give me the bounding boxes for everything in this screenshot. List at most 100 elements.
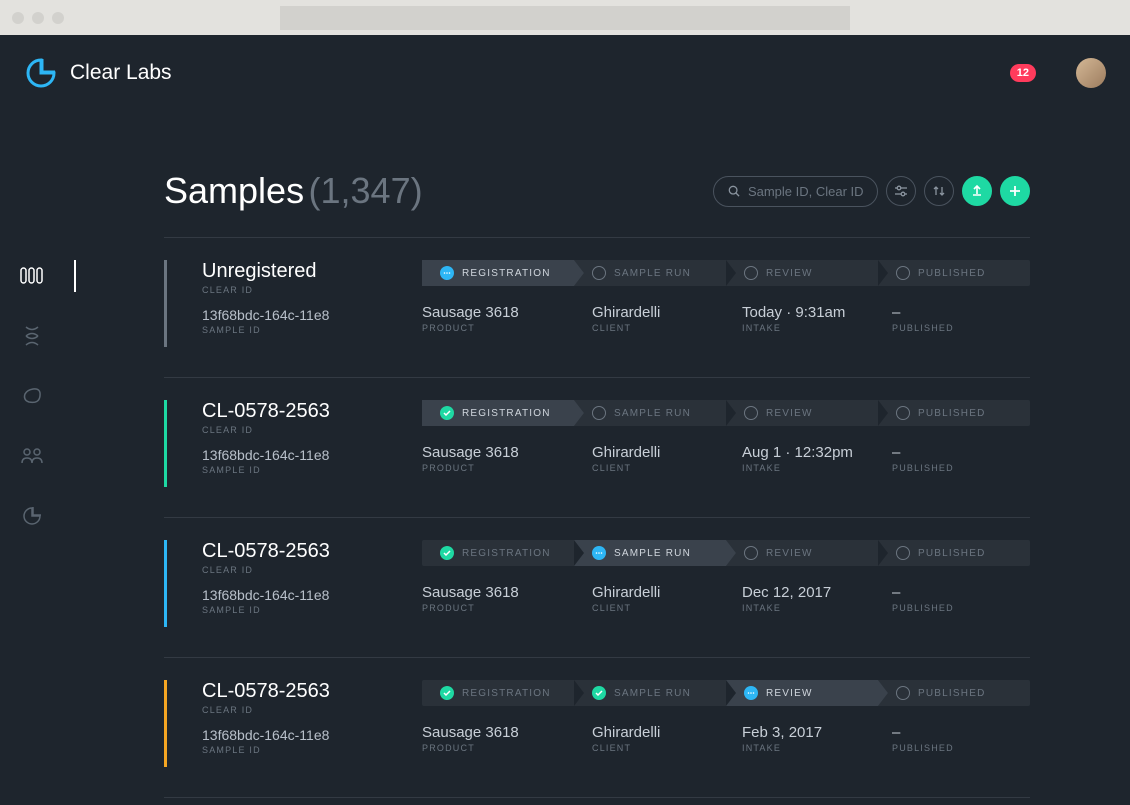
sidebar-item-reports[interactable] xyxy=(12,500,52,532)
sample-id-label: SAMPLE ID xyxy=(202,465,402,475)
client-value: Ghirardelli xyxy=(592,724,742,741)
empty-stage-icon xyxy=(896,406,910,420)
product-label: PRODUCT xyxy=(422,463,592,473)
check-icon xyxy=(592,686,606,700)
empty-stage-icon xyxy=(592,266,606,280)
stage-registration[interactable]: REGISTRATION xyxy=(422,260,574,286)
stage-review[interactable]: REVIEW xyxy=(726,400,878,426)
client-label: CLIENT xyxy=(592,323,742,333)
stage-review[interactable]: REVIEW xyxy=(726,260,878,286)
search-input[interactable] xyxy=(748,184,863,199)
published-value: – xyxy=(892,584,992,601)
intake-value: Aug 1 · 12:32pm xyxy=(742,444,892,461)
published-value: – xyxy=(892,444,992,461)
stage-bar: REGISTRATION SAMPLE RUN REVIEW PUBLISHED xyxy=(422,540,1030,566)
client-label: CLIENT xyxy=(592,463,742,473)
traffic-lights xyxy=(12,12,64,24)
accent-bar xyxy=(164,400,167,487)
sample-id-label: SAMPLE ID xyxy=(202,745,402,755)
stage-review[interactable]: REVIEW xyxy=(726,680,878,706)
stage-sample_run[interactable]: SAMPLE RUN xyxy=(574,540,726,566)
stage-sample_run[interactable]: SAMPLE RUN xyxy=(574,400,726,426)
add-button[interactable] xyxy=(1000,176,1030,206)
url-bar[interactable] xyxy=(280,6,850,30)
logo[interactable]: Clear Labs xyxy=(24,56,172,90)
intake-value: Dec 12, 2017 xyxy=(742,584,892,601)
published-label: PUBLISHED xyxy=(892,603,992,613)
stage-review[interactable]: REVIEW xyxy=(726,540,878,566)
clear-id-label: CLEAR ID xyxy=(202,705,402,715)
stage-label: SAMPLE RUN xyxy=(614,548,691,559)
logo-text: Clear Labs xyxy=(70,61,172,85)
sidebar-item-people[interactable] xyxy=(12,440,52,472)
dna-icon xyxy=(22,325,42,347)
client-value: Ghirardelli xyxy=(592,444,742,461)
stage-published[interactable]: PUBLISHED xyxy=(878,400,1030,426)
product-value: Sausage 3618 xyxy=(422,724,592,741)
people-icon xyxy=(20,447,44,465)
progress-icon xyxy=(440,266,454,280)
stage-published[interactable]: PUBLISHED xyxy=(878,260,1030,286)
client-value: Ghirardelli xyxy=(592,304,742,321)
stage-registration[interactable]: REGISTRATION xyxy=(422,680,574,706)
accent-bar xyxy=(164,260,167,347)
stage-sample_run[interactable]: SAMPLE RUN xyxy=(574,680,726,706)
stage-label: REVIEW xyxy=(766,688,813,699)
sample-clear-id: Unregistered xyxy=(202,260,402,283)
stage-published[interactable]: PUBLISHED xyxy=(878,540,1030,566)
sample-row[interactable]: CL-0578-2563 CLEAR ID 13f68bdc-164c-11e8… xyxy=(164,518,1030,658)
clear-id-label: CLEAR ID xyxy=(202,565,402,575)
pie-icon xyxy=(21,505,43,527)
client-label: CLIENT xyxy=(592,603,742,613)
check-icon xyxy=(440,546,454,560)
stage-label: SAMPLE RUN xyxy=(614,408,691,419)
export-icon xyxy=(970,184,984,198)
progress-icon xyxy=(592,546,606,560)
check-icon xyxy=(440,406,454,420)
page-count: (1,347) xyxy=(309,170,423,211)
page-title: Samples xyxy=(164,170,304,211)
stage-bar: REGISTRATION SAMPLE RUN REVIEW PUBLISHED xyxy=(422,680,1030,706)
empty-stage-icon xyxy=(896,546,910,560)
sample-row[interactable]: CL-0578-2563 CLEAR ID 13f68bdc-164c-11e8… xyxy=(164,798,1030,805)
sidebar-item-food[interactable] xyxy=(12,380,52,412)
stage-label: REVIEW xyxy=(766,548,813,559)
sort-icon xyxy=(932,184,946,198)
stage-label: PUBLISHED xyxy=(918,268,986,279)
progress-icon xyxy=(744,686,758,700)
accent-bar xyxy=(164,680,167,767)
main-content: Samples (1,347) xyxy=(64,110,1130,805)
intake-label: INTAKE xyxy=(742,463,892,473)
clear-id-label: CLEAR ID xyxy=(202,285,402,295)
minimize-window-icon[interactable] xyxy=(32,12,44,24)
sample-row[interactable]: CL-0578-2563 CLEAR ID 13f68bdc-164c-11e8… xyxy=(164,658,1030,798)
search-box[interactable] xyxy=(713,176,878,207)
stage-registration[interactable]: REGISTRATION xyxy=(422,540,574,566)
sample-row[interactable]: Unregistered CLEAR ID 13f68bdc-164c-11e8… xyxy=(164,238,1030,378)
logo-icon xyxy=(24,56,58,90)
avatar[interactable] xyxy=(1076,58,1106,88)
published-label: PUBLISHED xyxy=(892,743,992,753)
sample-id: 13f68bdc-164c-11e8 xyxy=(202,727,402,743)
sort-button[interactable] xyxy=(924,176,954,206)
notification-badge[interactable]: 12 xyxy=(1010,64,1036,82)
sample-row[interactable]: CL-0578-2563 CLEAR ID 13f68bdc-164c-11e8… xyxy=(164,378,1030,518)
intake-label: INTAKE xyxy=(742,743,892,753)
plus-icon xyxy=(1008,184,1022,198)
filter-button[interactable] xyxy=(886,176,916,206)
client-label: CLIENT xyxy=(592,743,742,753)
stage-sample_run[interactable]: SAMPLE RUN xyxy=(574,260,726,286)
product-label: PRODUCT xyxy=(422,743,592,753)
close-window-icon[interactable] xyxy=(12,12,24,24)
product-value: Sausage 3618 xyxy=(422,584,592,601)
sidebar-item-samples[interactable] xyxy=(12,260,52,292)
product-label: PRODUCT xyxy=(422,603,592,613)
export-button[interactable] xyxy=(962,176,992,206)
stage-registration[interactable]: REGISTRATION xyxy=(422,400,574,426)
sample-id: 13f68bdc-164c-11e8 xyxy=(202,307,402,323)
empty-stage-icon xyxy=(744,406,758,420)
sidebar-item-dna[interactable] xyxy=(12,320,52,352)
stage-label: REVIEW xyxy=(766,268,813,279)
stage-published[interactable]: PUBLISHED xyxy=(878,680,1030,706)
maximize-window-icon[interactable] xyxy=(52,12,64,24)
